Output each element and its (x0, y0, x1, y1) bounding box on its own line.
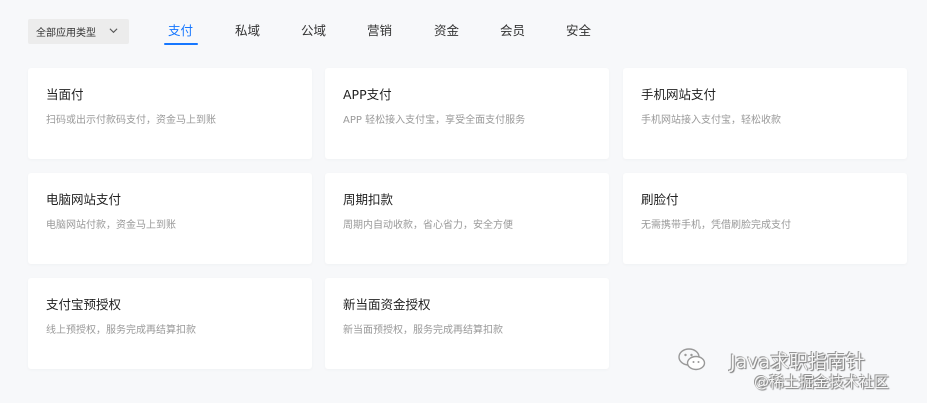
product-card-app-payment[interactable]: APP支付 APP 轻松接入支付宝，享受全面支付服务 (325, 68, 609, 159)
tab-funds[interactable]: 资金 (434, 22, 459, 39)
active-tab-indicator (164, 43, 198, 45)
card-title: 新当面资金授权 (343, 297, 431, 312)
chevron-down-icon (109, 28, 118, 34)
card-description: 扫码或出示付款码支付，资金马上到账 (46, 115, 216, 126)
card-description: 新当面预授权，服务完成再结算扣款 (343, 325, 503, 336)
product-card-new-fund-auth[interactable]: 新当面资金授权 新当面预授权，服务完成再结算扣款 (325, 278, 609, 369)
tab-membership[interactable]: 会员 (500, 22, 525, 39)
card-description: 电脑网站付款，资金马上到账 (46, 220, 176, 231)
product-card-pc-web-payment[interactable]: 电脑网站支付 电脑网站付款，资金马上到账 (28, 173, 312, 264)
card-description: 线上预授权，服务完成再结算扣款 (46, 325, 196, 336)
card-title: 周期扣款 (343, 192, 394, 207)
product-card-mobile-web-payment[interactable]: 手机网站支付 手机网站接入支付宝，轻松收款 (623, 68, 907, 159)
watermark-account-name: Java求职指南针 (730, 351, 866, 373)
product-card-alipay-preauth[interactable]: 支付宝预授权 线上预授权，服务完成再结算扣款 (28, 278, 312, 369)
card-title: APP支付 (343, 87, 392, 102)
watermark-community: @稀土掘金技术社区 (754, 373, 890, 391)
app-marketplace-page: 全部应用类型 支付 私域 公域 营销 资金 会员 安全 当面付 扫码或出示付款码… (0, 0, 927, 403)
tab-public-domain[interactable]: 公域 (301, 22, 326, 39)
card-title: 电脑网站支付 (46, 192, 122, 207)
app-type-select-label: 全部应用类型 (36, 28, 96, 39)
tab-marketing[interactable]: 营销 (367, 22, 392, 39)
product-card-recurring-deduction[interactable]: 周期扣款 周期内自动收款，省心省力，安全方便 (325, 173, 609, 264)
card-description: 无需携带手机，凭借刷脸完成支付 (641, 220, 791, 231)
wechat-icon (678, 348, 706, 371)
card-title: 当面付 (46, 87, 84, 102)
product-card-face-pay[interactable]: 刷脸付 无需携带手机，凭借刷脸完成支付 (623, 173, 907, 264)
card-description: 手机网站接入支付宝，轻松收款 (641, 115, 781, 126)
tab-security[interactable]: 安全 (566, 22, 591, 39)
product-card-face-to-face[interactable]: 当面付 扫码或出示付款码支付，资金马上到账 (28, 68, 312, 159)
card-description: 周期内自动收款，省心省力，安全方便 (343, 220, 513, 231)
card-title: 刷脸付 (641, 192, 679, 207)
filter-bar: 全部应用类型 支付 私域 公域 营销 资金 会员 安全 (0, 0, 927, 60)
card-title: 手机网站支付 (641, 87, 717, 102)
card-title: 支付宝预授权 (46, 297, 122, 312)
app-type-select[interactable]: 全部应用类型 (28, 19, 129, 44)
watermark: Java求职指南针 @稀土掘金技术社区 (668, 343, 923, 398)
card-description: APP 轻松接入支付宝，享受全面支付服务 (343, 115, 526, 126)
tab-payment[interactable]: 支付 (168, 22, 193, 39)
tab-private-domain[interactable]: 私域 (235, 22, 260, 39)
